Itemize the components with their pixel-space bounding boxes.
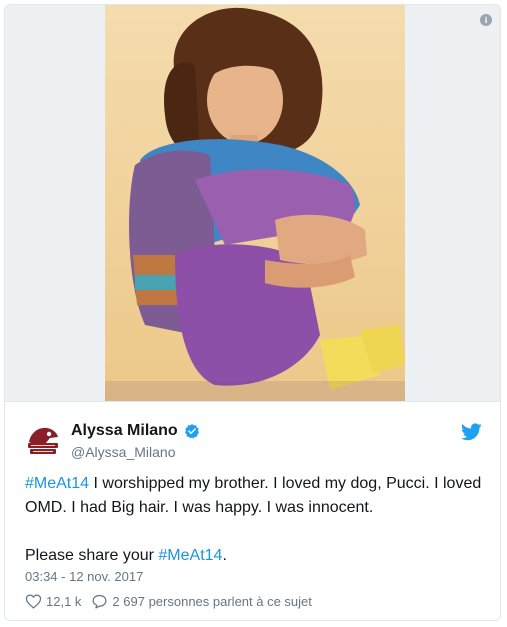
tweet-media[interactable]: i	[5, 5, 500, 402]
tweet-text: #MeAt14 I worshipped my brother. I loved…	[25, 472, 485, 568]
author-name-row[interactable]: Alyssa Milano	[71, 422, 200, 440]
info-icon[interactable]: i	[480, 14, 492, 26]
avatar[interactable]	[25, 422, 61, 458]
tweet-text-line-2-end: .	[222, 547, 227, 564]
verified-badge-icon	[184, 424, 199, 439]
twitter-bird-icon[interactable]	[461, 423, 482, 441]
tweet-timestamp[interactable]: 03:34 - 12 nov. 2017	[25, 569, 143, 584]
tweet-text-line-1: I worshipped my brother. I loved my dog,…	[25, 475, 482, 516]
tweet-header: Alyssa Milano @Alyssa_Milano	[5, 410, 500, 470]
like-action[interactable]: 12,1 k	[25, 593, 81, 610]
author-handle[interactable]: @Alyssa_Milano	[71, 444, 175, 460]
tweet-actions: 12,1 k 2 697 personnes parlent à ce suje…	[25, 593, 312, 610]
tweet-paragraph-1: #MeAt14 I worshipped my brother. I loved…	[25, 472, 485, 520]
tweet-photo[interactable]	[105, 5, 405, 401]
like-count: 12,1 k	[46, 594, 82, 609]
hashtag-link[interactable]: #MeAt14	[158, 547, 222, 564]
tweet-paragraph-2: Please share your #MeAt14.	[25, 544, 485, 568]
hashtag-link[interactable]: #MeAt14	[25, 475, 89, 492]
heart-icon[interactable]	[25, 593, 42, 610]
conversation-action[interactable]: 2 697 personnes parlent à ce sujet	[91, 593, 312, 610]
conversation-count: 2 697 personnes parlent à ce sujet	[112, 594, 312, 609]
speech-bubble-icon[interactable]	[91, 593, 108, 610]
tweet-card: i Alyssa Milano @Alyssa_Milano #MeAt14 I…	[4, 4, 501, 621]
author-name[interactable]: Alyssa Milano	[71, 422, 178, 440]
tweet-text-line-2: Please share your	[25, 547, 159, 564]
